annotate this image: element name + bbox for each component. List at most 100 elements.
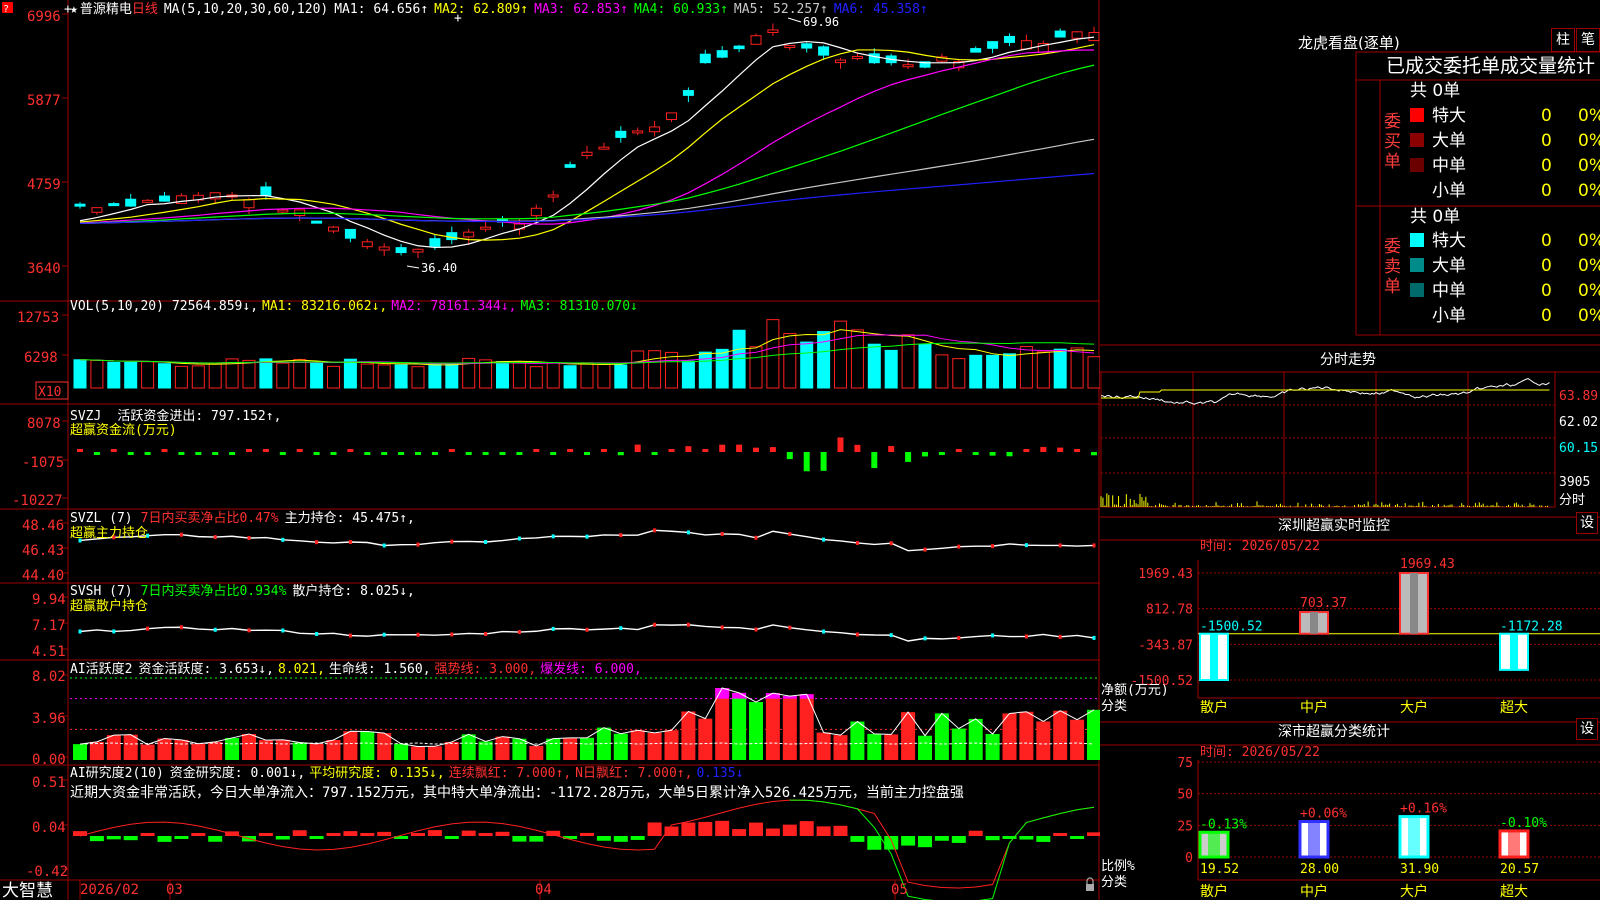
candle-body (750, 35, 762, 45)
plus-mark[interactable]: + (64, 2, 72, 17)
realtime-monitor-chart[interactable]: 1969.43812.78-343.87-1500.52-1500.52散户70… (1101, 557, 1600, 716)
volume-bar (986, 354, 1000, 389)
moving-average-lines (79, 36, 1095, 249)
color-swatch (1410, 283, 1424, 297)
classify-time: 时间: 2026/05/22 (1200, 745, 1320, 760)
candle-body (784, 45, 796, 49)
volume-bar (360, 363, 374, 389)
plus-mark[interactable]: + (454, 11, 462, 26)
research-bar (1036, 836, 1051, 842)
retail-line (79, 624, 1095, 642)
volume-bar (884, 349, 898, 389)
research-bar (360, 833, 375, 836)
volume-bar (73, 359, 87, 389)
main-force-line-dot (957, 544, 961, 549)
monitor-unit: 净额(万元) (1101, 683, 1169, 698)
sell-row: 中单 (1410, 279, 1466, 303)
pen-mode-button[interactable]: 笔 (1576, 28, 1600, 52)
lock-icon[interactable] (1086, 884, 1094, 891)
bar-mode-button[interactable]: 柱 (1551, 28, 1575, 52)
research-bar (326, 833, 341, 836)
volume-bar (259, 358, 273, 389)
svzj-header: SVZJ 活跃资金进出: 797.152↑, (70, 408, 281, 424)
research-bar (715, 820, 730, 836)
intraday-chart[interactable]: 63.89 62.02 60.15 3905 分时 (1100, 371, 1598, 508)
classify-category: 超大 (1500, 884, 1528, 900)
candle-body (733, 45, 745, 50)
monitor-settings-button[interactable]: 设 (1576, 512, 1598, 534)
activity-bar (867, 733, 882, 760)
volume-bar (293, 358, 307, 389)
retail-line-dot (551, 626, 555, 631)
row-label: 中单 (1432, 281, 1466, 301)
row-count: 0 (1541, 181, 1552, 201)
row-count: 0 (1541, 256, 1552, 276)
y-label: 9.94 (32, 592, 66, 608)
activity-bar (951, 728, 966, 760)
row-label: 小单 (1432, 306, 1466, 326)
flow-bar (736, 444, 743, 452)
classification-chart[interactable]: 75 50 25 0 -0.13% 19.52 散户 +0.06% 28.00 中户 +0.16% 3… (1101, 756, 1600, 900)
y-label: 44.40 (22, 568, 64, 584)
classify-y-label: 0 (1185, 851, 1193, 866)
activity-bar (580, 737, 594, 760)
activity-bar (765, 693, 780, 760)
activity-bar (123, 734, 138, 760)
candle-body (1071, 31, 1083, 39)
activity-bar (647, 732, 662, 760)
activity-bar (749, 702, 763, 760)
candle-body (767, 29, 779, 33)
monitor-bar-shade (1510, 633, 1518, 670)
volume-bar (90, 359, 104, 389)
row-percent: 0% (1578, 281, 1600, 301)
volume-bar (546, 362, 560, 389)
monitor-value-label: 703.37 (1300, 596, 1347, 611)
activity-bar (242, 733, 256, 760)
classify-settings-button[interactable]: 设 (1576, 718, 1598, 740)
main-force-line-dot (855, 540, 859, 545)
retail-line-dot (213, 627, 217, 632)
candle-body (108, 203, 120, 207)
activity-bar (1036, 721, 1051, 760)
research-bar (444, 836, 459, 839)
min-price-label: 36.40 (421, 261, 457, 275)
monitor-title: 深圳超赢实时监控 (1278, 518, 1390, 534)
activity-bar (563, 737, 578, 760)
volume-bar (208, 363, 222, 389)
buy-total: 共 0单 (1410, 81, 1461, 101)
flow-bar (398, 452, 405, 455)
main-force-holding-line (78, 528, 1096, 552)
main-force-line-dot (1092, 543, 1096, 548)
monitor-y-label: 1969.43 (1138, 567, 1193, 582)
svsh-sub: 超赢散户持仓 (70, 598, 148, 614)
retail-line-dot (112, 629, 116, 634)
activity-bar (546, 738, 561, 760)
flow-bar (668, 449, 675, 452)
classify-unit: 比例% (1101, 859, 1135, 874)
classify-value-label: 31.90 (1400, 862, 1439, 877)
activity-bar (613, 733, 628, 760)
stock-chart-area[interactable]: ★ 普源精电日线 MA(5,10,20,30,60,120) MA1: 64.656↑… (0, 0, 1100, 900)
flow-bar (634, 444, 641, 452)
y-label: 5877 (27, 93, 61, 109)
volume-bar (1087, 356, 1100, 389)
flow-bar (93, 452, 100, 455)
y-label: 4759 (27, 177, 61, 193)
volume-bar (580, 362, 594, 389)
monitor-y-label: 812.78 (1146, 603, 1193, 618)
volume-bar (563, 365, 577, 389)
research-bar (73, 831, 87, 836)
activity-bar (833, 735, 848, 760)
flow-bar (989, 452, 996, 456)
sell-row: 小单 (1410, 304, 1466, 328)
retail-line-dot (348, 633, 352, 638)
flow-bar (161, 449, 168, 452)
row-percent: 0% (1578, 181, 1600, 201)
monitor-value-label: -1172.28 (1500, 620, 1563, 635)
intraday-price-label: 62.02 (1559, 415, 1598, 430)
row-count: 0 (1541, 281, 1552, 301)
main-force-line-dot (517, 536, 521, 541)
y-label: -10227 (12, 493, 63, 509)
retail-line-dot (686, 622, 690, 627)
retail-line-dot (281, 628, 285, 633)
